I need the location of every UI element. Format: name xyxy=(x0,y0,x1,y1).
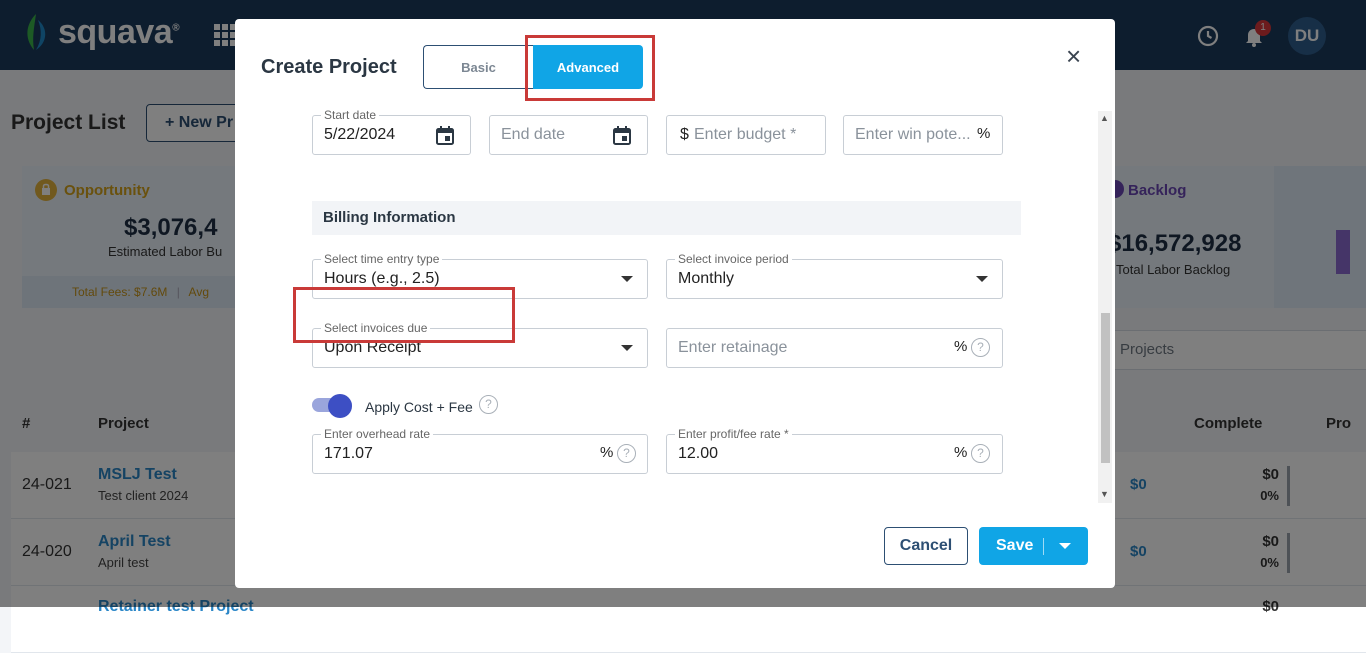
chevron-down-icon[interactable] xyxy=(621,276,633,282)
percent-suffix: % xyxy=(977,125,991,142)
cost-fee-toggle-label: Apply Cost + Fee xyxy=(365,399,473,415)
save-divider xyxy=(1043,538,1044,555)
invoice-period-select[interactable]: Select invoice period Monthly xyxy=(666,252,1003,299)
help-icon[interactable]: ? xyxy=(971,338,990,357)
help-icon[interactable]: ? xyxy=(479,395,498,414)
win-potential-field[interactable]: Enter win pote... % xyxy=(843,115,1003,155)
overhead-rate-value: 171.07 xyxy=(324,445,373,462)
start-date-value: 5/22/2024 xyxy=(324,126,396,143)
save-label: Save xyxy=(996,537,1034,554)
budget-prefix: $ xyxy=(680,126,689,143)
time-entry-label: Select time entry type xyxy=(321,252,443,266)
advanced-highlight-box xyxy=(525,35,655,101)
chevron-down-icon[interactable] xyxy=(976,276,988,282)
profit-fee-rate-field[interactable]: Enter profit/fee rate * 12.00 % ? xyxy=(666,427,1003,474)
end-date-field[interactable]: End date xyxy=(489,115,648,155)
start-date-field[interactable]: Start date 5/22/2024 xyxy=(312,109,471,155)
modal-scrollbar[interactable]: ▲ ▼ xyxy=(1098,111,1112,503)
cost-fee-highlight-box xyxy=(293,287,515,343)
cost-fee-toggle-knob[interactable] xyxy=(328,394,352,418)
tab-basic[interactable]: Basic xyxy=(423,45,533,89)
overhead-rate-label: Enter overhead rate xyxy=(321,427,434,441)
help-icon[interactable]: ? xyxy=(617,444,636,463)
scroll-down-icon[interactable]: ▼ xyxy=(1100,489,1109,499)
budget-field[interactable]: $ Enter budget * xyxy=(666,115,826,155)
help-icon[interactable]: ? xyxy=(971,444,990,463)
chevron-down-icon[interactable] xyxy=(1059,543,1071,549)
calendar-icon[interactable] xyxy=(436,126,454,145)
overhead-rate-field[interactable]: Enter overhead rate 171.07 % ? xyxy=(312,427,648,474)
modal-title: Create Project xyxy=(261,56,397,78)
percent-suffix: % xyxy=(954,338,968,355)
calendar-icon[interactable] xyxy=(613,126,631,145)
profit-fee-rate-value: 12.00 xyxy=(678,445,719,462)
percent-suffix: % xyxy=(954,444,968,461)
profit-fee-rate-label: Enter profit/fee rate * xyxy=(675,427,792,441)
start-date-label: Start date xyxy=(321,109,380,122)
invoice-period-value: Monthly xyxy=(678,270,735,287)
chevron-down-icon[interactable] xyxy=(621,345,633,351)
time-entry-value: Hours (e.g., 2.5) xyxy=(324,270,440,287)
billing-information-heading: Billing Information xyxy=(312,201,1021,235)
budget-placeholder: Enter budget * xyxy=(694,126,797,143)
scrollbar-thumb[interactable] xyxy=(1101,313,1110,463)
close-icon[interactable]: × xyxy=(1066,43,1081,69)
percent-suffix: % xyxy=(600,444,614,461)
win-potential-placeholder: Enter win pote... xyxy=(855,126,971,143)
cancel-button[interactable]: Cancel xyxy=(884,527,968,565)
retainage-placeholder: Enter retainage xyxy=(678,339,788,356)
invoice-period-label: Select invoice period xyxy=(675,252,792,266)
create-project-modal: Create Project Basic Advanced × Start da… xyxy=(235,19,1115,588)
save-button[interactable]: Save xyxy=(979,527,1088,565)
scroll-up-icon[interactable]: ▲ xyxy=(1100,113,1109,123)
end-date-placeholder: End date xyxy=(501,126,566,143)
retainage-field[interactable]: Enter retainage % ? xyxy=(666,328,1003,368)
